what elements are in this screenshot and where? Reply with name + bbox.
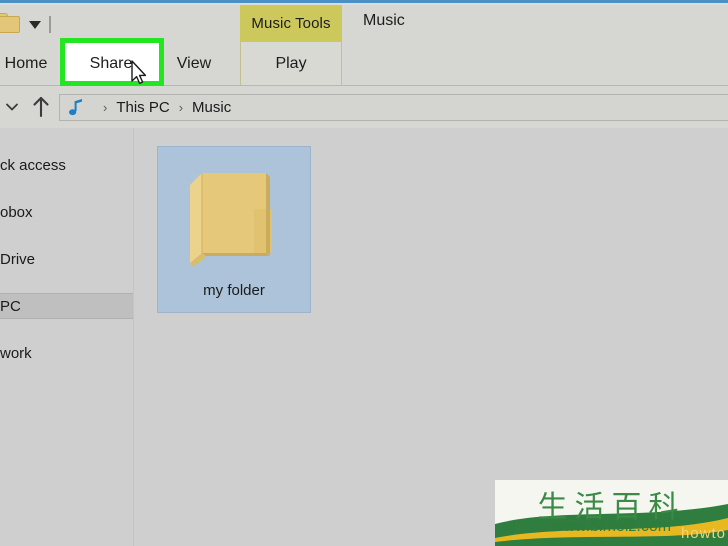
- contextual-tab-group-music-tools[interactable]: Music Tools: [240, 5, 342, 42]
- file-item-label: my folder: [203, 282, 265, 299]
- tab-share[interactable]: Share: [66, 42, 156, 86]
- sidebar-item-dropbox[interactable]: obox: [0, 199, 133, 225]
- address-bar[interactable]: › This PC › Music: [59, 94, 728, 121]
- sidebar-item-label: Drive: [0, 250, 36, 268]
- file-explorer-window: Music Tools Music Home Share View Play ›…: [0, 0, 728, 546]
- sidebar-item-network[interactable]: work: [0, 340, 133, 366]
- sidebar-item-label: PC: [0, 297, 21, 315]
- music-note-icon: [68, 98, 86, 117]
- sidebar-item-label: work: [0, 344, 32, 362]
- breadcrumb-music[interactable]: Music: [192, 99, 231, 116]
- sidebar-item-label: obox: [0, 203, 33, 221]
- sidebar-item-this-pc[interactable]: PC: [0, 293, 133, 319]
- file-list-pane: my folder: [135, 128, 728, 546]
- breadcrumb-this-pc[interactable]: This PC: [116, 99, 169, 116]
- tab-home[interactable]: Home: [0, 42, 58, 86]
- file-item-my-folder[interactable]: my folder: [157, 146, 311, 313]
- contextual-tab-group-label: Music Tools: [251, 15, 331, 32]
- chevron-down-icon[interactable]: [26, 17, 44, 33]
- open-folder-icon: [184, 161, 284, 273]
- sidebar-item-onedrive[interactable]: Drive: [0, 246, 133, 272]
- sidebar-item-label: ck access: [0, 156, 66, 174]
- titlebar-divider: [49, 16, 51, 33]
- breadcrumb-separator-1: ›: [103, 100, 108, 115]
- tab-play[interactable]: Play: [254, 42, 328, 86]
- breadcrumb-separator-2: ›: [178, 100, 184, 115]
- navigation-pane: ck access obox Drive PC work: [0, 128, 134, 546]
- recent-locations-chevron-down-icon[interactable]: [2, 98, 22, 116]
- arrow-up-icon[interactable]: [30, 95, 52, 119]
- tab-view[interactable]: View: [162, 42, 226, 86]
- sidebar-item-quick-access[interactable]: ck access: [0, 152, 133, 178]
- window-title: Music: [363, 12, 405, 29]
- folder-icon: [0, 13, 20, 33]
